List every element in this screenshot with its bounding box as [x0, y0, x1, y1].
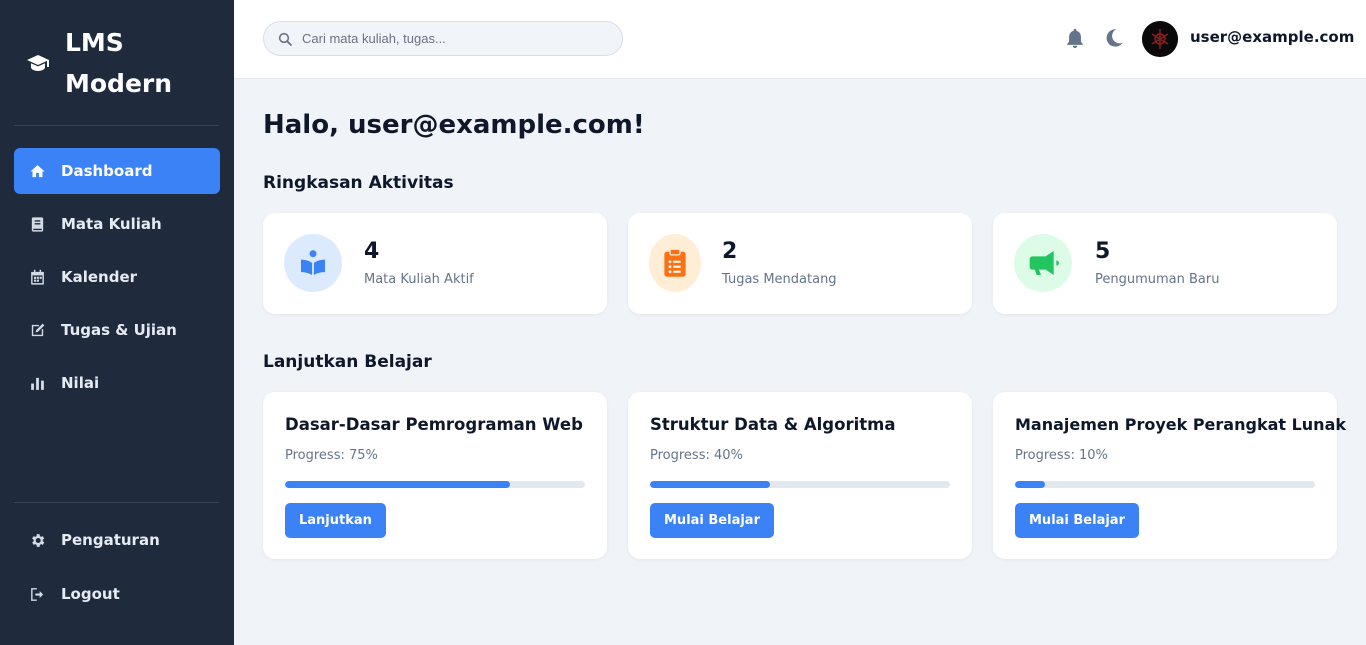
progress-bar	[650, 481, 950, 488]
progress-bar	[1015, 481, 1315, 488]
stat-label: Mata Kuliah Aktif	[364, 272, 474, 287]
gear-icon	[27, 530, 47, 550]
stat-label: Tugas Mendatang	[722, 272, 837, 287]
search-icon	[278, 32, 292, 46]
bar-chart-icon	[27, 373, 47, 393]
sidebar-item-label: Kalender	[61, 268, 138, 286]
course-progress-text: Progress: 75%	[285, 448, 378, 463]
stat-card-courses: 4 Mata Kuliah Aktif	[263, 213, 607, 314]
sidebar-divider-top	[14, 125, 219, 126]
sidebar-item-tugas-ujian[interactable]: Tugas & Ujian	[14, 307, 220, 353]
user-email[interactable]: user@example.com	[1190, 28, 1354, 46]
stat-label: Pengumuman Baru	[1095, 272, 1220, 287]
course-progress-text: Progress: 40%	[650, 448, 743, 463]
calendar-icon	[27, 267, 47, 287]
greeting: Halo, user@example.com!	[263, 110, 645, 140]
course-title: Manajemen Proyek Perangkat Lunak	[1015, 415, 1347, 434]
bell-icon[interactable]	[1064, 27, 1086, 49]
book-open-icon	[284, 234, 342, 292]
course-title: Struktur Data & Algoritma	[650, 415, 896, 434]
stat-card-assignments: 2 Tugas Mendatang	[628, 213, 972, 314]
course-card: Struktur Data & Algoritma Progress: 40% …	[628, 392, 972, 559]
stat-card-announcements: 5 Pengumuman Baru	[993, 213, 1337, 314]
summary-title: Ringkasan Aktivitas	[263, 173, 454, 193]
graduation-cap-icon	[27, 55, 49, 71]
search-bar[interactable]	[263, 21, 623, 56]
sidebar-item-label: Logout	[61, 585, 120, 603]
sidebar-item-dashboard[interactable]: Dashboard	[14, 148, 220, 194]
stat-value: 5	[1095, 239, 1111, 264]
sidebar-item-label: Nilai	[61, 374, 100, 392]
sidebar: LMS Modern Dashboard Mata Kuliah Kalende…	[0, 0, 234, 645]
avatar[interactable]	[1142, 21, 1178, 57]
brand-title: LMS Modern	[65, 28, 173, 98]
sidebar-item-label: Mata Kuliah	[61, 215, 162, 233]
clipboard-list-icon	[649, 234, 701, 292]
topbar: user@example.com	[234, 0, 1366, 79]
sidebar-item-label: Pengaturan	[61, 531, 160, 549]
moon-icon[interactable]	[1103, 27, 1125, 49]
logout-icon	[27, 584, 47, 604]
megaphone-icon	[1014, 234, 1072, 292]
course-card: Dasar-Dasar Pemrograman Web Progress: 75…	[263, 392, 607, 559]
book-icon	[27, 214, 47, 234]
progress-bar	[285, 481, 585, 488]
sidebar-item-label: Tugas & Ujian	[61, 321, 177, 339]
stat-value: 2	[722, 239, 738, 264]
edit-icon	[27, 320, 47, 340]
sidebar-item-logout[interactable]: Logout	[14, 571, 220, 617]
progress-bar-fill	[1015, 481, 1045, 488]
sidebar-divider-bottom	[14, 502, 219, 503]
sidebar-item-nilai[interactable]: Nilai	[14, 360, 220, 406]
course-progress-text: Progress: 10%	[1015, 448, 1108, 463]
continue-title: Lanjutkan Belajar	[263, 352, 432, 372]
progress-bar-fill	[285, 481, 510, 488]
search-input[interactable]	[302, 31, 602, 46]
start-learning-button[interactable]: Mulai Belajar	[650, 503, 774, 538]
sidebar-item-kalender[interactable]: Kalender	[14, 254, 220, 300]
course-card: Manajemen Proyek Perangkat Lunak Progres…	[993, 392, 1346, 559]
course-title: Dasar-Dasar Pemrograman Web	[285, 415, 583, 434]
brand[interactable]: LMS Modern	[26, 22, 205, 104]
continue-button[interactable]: Lanjutkan	[285, 503, 386, 538]
sidebar-item-pengaturan[interactable]: Pengaturan	[14, 517, 220, 563]
progress-bar-fill	[650, 481, 770, 488]
start-learning-button[interactable]: Mulai Belajar	[1015, 503, 1139, 538]
stat-value: 4	[364, 239, 380, 264]
home-icon	[27, 161, 47, 181]
sidebar-item-mata-kuliah[interactable]: Mata Kuliah	[14, 201, 220, 247]
sidebar-item-label: Dashboard	[61, 162, 153, 180]
